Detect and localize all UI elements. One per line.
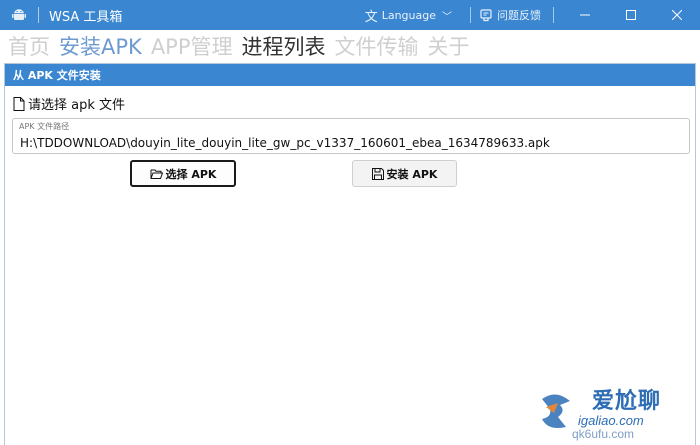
select-apk-label: 请选择 apk 文件: [13, 94, 125, 113]
bug-report-icon: [480, 9, 492, 22]
close-icon: [672, 10, 682, 20]
maximize-button[interactable]: [608, 0, 654, 30]
site-watermark: 爱尬聊 igaliao.com qk6ufu.com: [536, 381, 696, 443]
save-icon: [371, 167, 384, 180]
language-label: Language: [381, 8, 436, 22]
tab-about[interactable]: 关于: [428, 31, 470, 61]
chevron-down-icon: ﹀: [442, 11, 452, 23]
apk-path-caption: APK 文件路径: [19, 122, 70, 131]
folder-open-icon: [150, 169, 163, 179]
feedback-button[interactable]: 问题反馈: [479, 7, 541, 23]
android-icon: [10, 6, 28, 24]
tab-file-transfer[interactable]: 文件传输: [335, 31, 419, 61]
close-button[interactable]: [654, 0, 700, 30]
title-separator: [470, 7, 471, 23]
feedback-label: 问题反馈: [497, 9, 541, 22]
tab-install-apk[interactable]: 安装APK: [59, 31, 142, 61]
tab-app-manager[interactable]: APP管理: [151, 31, 233, 61]
window-title: WSA 工具箱: [49, 9, 123, 25]
title-separator: [553, 7, 554, 23]
title-bar-controls: 文 Language ﹀ 问题反馈: [365, 0, 700, 30]
language-selector[interactable]: 文 Language ﹀: [365, 6, 452, 25]
title-separator: [38, 7, 39, 23]
tab-bar: 首页 安装APK APP管理 进程列表 文件传输 关于: [8, 31, 479, 61]
select-apk-button[interactable]: 选择 APK: [130, 160, 236, 187]
minimize-button[interactable]: [562, 0, 608, 30]
title-bar: WSA 工具箱 文 Language ﹀ 问题反馈: [0, 0, 700, 30]
maximize-icon: [626, 10, 636, 20]
select-apk-label-text: 请选择 apk 文件: [28, 98, 126, 113]
install-apk-button-label: 安装 APK: [386, 167, 438, 181]
apk-path-value[interactable]: H:\TDDOWNLOAD\douyin_lite_douyin_lite_gw…: [20, 136, 550, 150]
watermark-title: 爱尬聊: [592, 388, 662, 414]
translate-icon: 文: [364, 9, 378, 25]
install-apk-button[interactable]: 安装 APK: [352, 160, 457, 187]
file-icon: [13, 96, 25, 111]
panel-header: 从 APK 文件安装: [5, 64, 695, 86]
select-apk-button-label: 选择 APK: [165, 167, 217, 181]
watermark-url-secondary: qk6ufu.com: [572, 427, 635, 441]
apk-path-field[interactable]: APK 文件路径 H:\TDDOWNLOAD\douyin_lite_douyi…: [12, 118, 690, 154]
watermark-url: igaliao.com: [578, 413, 644, 428]
minimize-icon: [580, 14, 590, 16]
tab-home[interactable]: 首页: [8, 31, 50, 61]
tab-process-list[interactable]: 进程列表: [242, 31, 326, 61]
